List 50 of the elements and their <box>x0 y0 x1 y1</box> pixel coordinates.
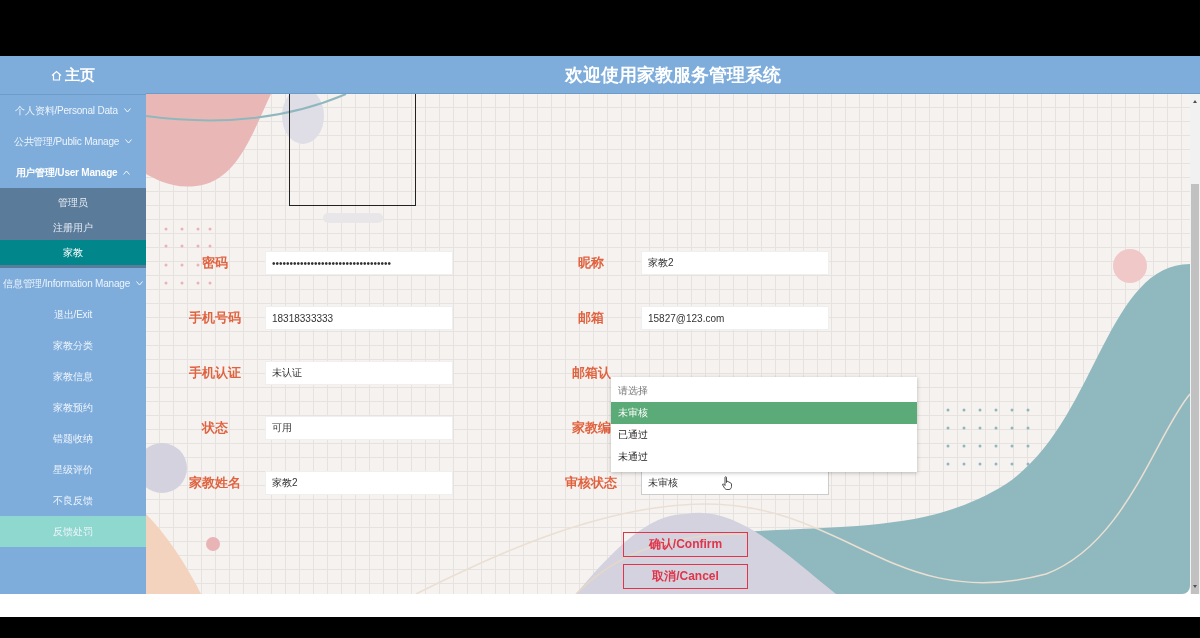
dropdown-option[interactable]: 请选择 <box>611 380 917 402</box>
dropdown-option[interactable]: 未审核 <box>611 402 917 424</box>
sidebar-item[interactable]: 个人资料/Personal Data <box>0 95 146 126</box>
circle-shape <box>206 537 220 551</box>
dropdown-option[interactable]: 未通过 <box>611 446 917 468</box>
input-field[interactable]: 15827@123.com <box>641 306 829 330</box>
input-field[interactable]: 可用 <box>265 416 453 440</box>
chevron-icon <box>123 108 131 113</box>
field-label: 密码 <box>202 254 228 272</box>
field-label: 状态 <box>202 419 228 437</box>
input-field[interactable]: 18318333333 <box>265 306 453 330</box>
sidebar-item[interactable]: 退出/Exit <box>0 299 146 330</box>
home-icon <box>51 69 63 81</box>
dropdown-option[interactable]: 已通过 <box>611 424 917 446</box>
sidebar-item[interactable]: 家教分类 <box>0 330 146 361</box>
input-field[interactable]: 家教2 <box>265 471 453 495</box>
field-label: 审核状态 <box>565 474 617 492</box>
input-field[interactable]: •••••••••••••••••••••••••••••••••• <box>265 251 453 275</box>
submenu-item[interactable]: 注册用户 <box>0 215 146 240</box>
field-label: 手机号码 <box>189 309 241 327</box>
field-label: 昵称 <box>578 254 604 272</box>
sidebar-item[interactable]: 信息管理/Information Manage <box>0 268 146 299</box>
scrollbar[interactable] <box>1190 94 1200 594</box>
input-field[interactable]: 家教2 <box>641 251 829 275</box>
select-field[interactable]: 未审核 <box>641 471 829 495</box>
field-label: 家教编 <box>571 419 611 437</box>
sidebar-item[interactable]: 家教预约 <box>0 392 146 423</box>
chevron-icon <box>125 139 133 144</box>
input-field[interactable]: 未认证 <box>265 361 453 385</box>
hand-pointer-icon <box>722 476 732 490</box>
sidebar-item[interactable]: 不良反馈 <box>0 485 146 516</box>
sidebar-item[interactable]: 反馈处罚 <box>0 516 146 547</box>
sidebar-item[interactable]: 用户管理/User Manage <box>0 157 146 188</box>
field-label: 邮箱认 <box>571 364 611 382</box>
page-title: 欢迎使用家教服务管理系统 <box>565 63 781 87</box>
chevron-icon <box>136 281 144 286</box>
circle-shape <box>1113 249 1147 283</box>
field-label: 家教姓名 <box>189 474 241 492</box>
chevron-icon <box>123 170 131 175</box>
submenu-item[interactable]: 管理员 <box>0 190 146 215</box>
cancel-button[interactable]: 取消/Cancel <box>623 564 748 589</box>
field-label: 邮箱 <box>578 309 604 327</box>
sidebar-item[interactable]: 星级评价 <box>0 454 146 485</box>
confirm-button[interactable]: 确认/Confirm <box>623 532 748 557</box>
home-link[interactable]: 主页 <box>65 65 95 85</box>
sidebar-item[interactable]: 家教信息 <box>0 361 146 392</box>
sidebar-item[interactable]: 错题收纳 <box>0 423 146 454</box>
sidebar-item[interactable]: 公共管理/Public Manage <box>0 126 146 157</box>
field-label: 手机认证 <box>189 364 241 382</box>
submenu-item[interactable]: 家教 <box>0 240 146 265</box>
